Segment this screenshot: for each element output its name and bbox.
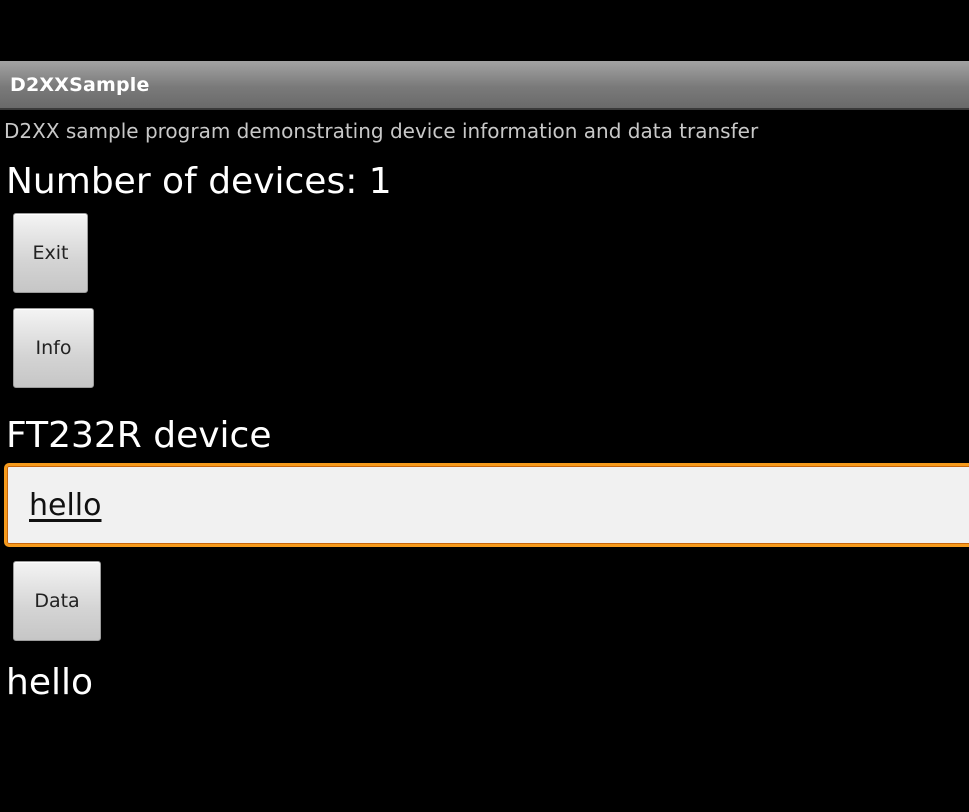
status-bar	[0, 0, 969, 61]
device-count-label: Number of devices: 1	[6, 161, 392, 202]
data-button[interactable]: Data	[13, 561, 101, 641]
title-bar: D2XXSample	[0, 61, 969, 110]
exit-button[interactable]: Exit	[13, 213, 88, 293]
app-description: D2XX sample program demonstrating device…	[4, 119, 759, 143]
received-data-text: hello	[6, 662, 93, 703]
device-name-label: FT232R device	[6, 415, 272, 456]
info-button[interactable]: Info	[13, 308, 94, 388]
app-title: D2XXSample	[10, 74, 150, 96]
data-input-field[interactable]: hello	[4, 463, 969, 547]
data-input-text: hello	[29, 488, 102, 523]
